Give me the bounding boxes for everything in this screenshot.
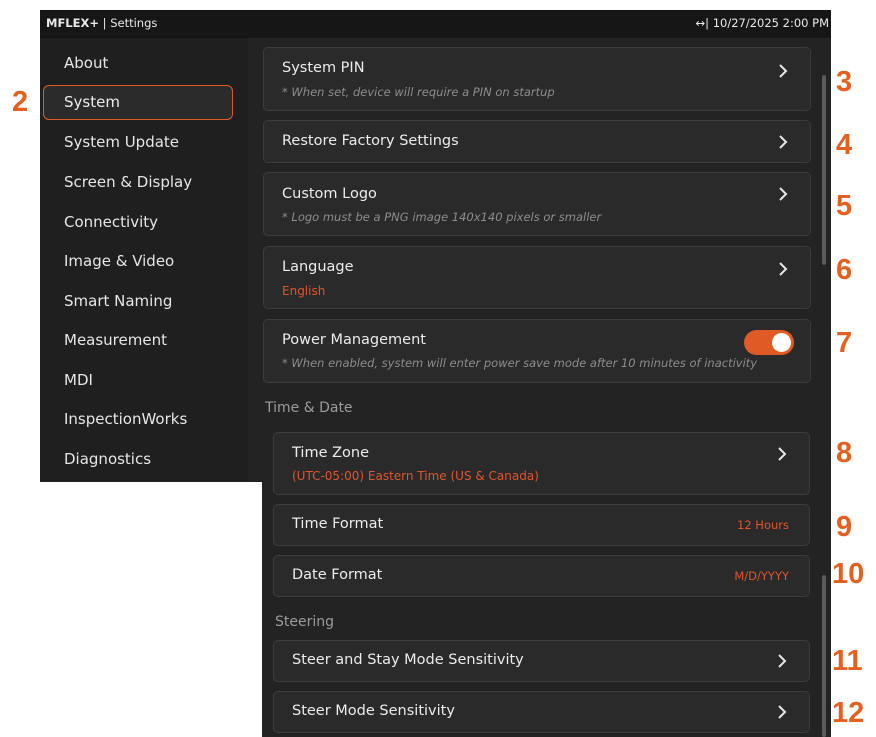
system-pin-note: * When set, device will require a PIN on…	[282, 85, 555, 99]
callout-11: 11	[832, 645, 863, 677]
sidebar-item-measurement[interactable]: Measurement	[64, 331, 167, 349]
restore-factory-row[interactable]: Restore Factory Settings	[263, 120, 811, 163]
top-bar: MFLEX+ | Settings ↔| 10/27/2025 2:00 PM	[40, 10, 831, 38]
callout-5: 5	[836, 190, 853, 222]
callout-10: 10	[832, 558, 865, 590]
time-zone-value: (UTC-05:00) Eastern Time (US & Canada)	[292, 469, 539, 483]
callout-2: 2	[12, 86, 29, 118]
sidebar-item-connectivity[interactable]: Connectivity	[64, 213, 158, 231]
date-format-value: M/D/YYYY	[734, 569, 789, 583]
steer-stay-sensitivity-row[interactable]: Steer and Stay Mode Sensitivity	[273, 640, 810, 682]
sidebar-item-about[interactable]: About	[64, 54, 108, 72]
chevron-right-icon	[778, 654, 787, 668]
date-format-row[interactable]: Date Format M/D/YYYY	[273, 555, 810, 597]
power-management-row: Power Management * When enabled, system …	[263, 319, 811, 383]
scrollbar-top[interactable]	[822, 75, 826, 265]
callout-8: 8	[836, 437, 853, 469]
sidebar-item-mdi[interactable]: MDI	[64, 371, 93, 389]
chevron-right-icon	[778, 447, 787, 461]
callout-12: 12	[832, 697, 865, 729]
callout-4: 4	[836, 129, 853, 161]
sidebar-item-screen-display[interactable]: Screen & Display	[64, 173, 192, 191]
custom-logo-title: Custom Logo	[282, 186, 377, 202]
sidebar-item-diagnostics[interactable]: Diagnostics	[64, 450, 151, 468]
app-brand: MFLEX+ | Settings	[46, 16, 158, 30]
sidebar-item-inspectionworks[interactable]: InspectionWorks	[64, 410, 187, 428]
sidebar-item-system-update[interactable]: System Update	[64, 133, 179, 151]
time-format-row[interactable]: Time Format 12 Hours	[273, 504, 810, 546]
time-format-title: Time Format	[292, 516, 384, 532]
chevron-right-icon	[778, 705, 787, 719]
callout-7: 7	[836, 327, 853, 359]
system-pin-row[interactable]: System PIN * When set, device will requi…	[263, 47, 811, 111]
callout-3: 3	[836, 66, 853, 98]
chevron-right-icon	[779, 135, 788, 149]
callout-6: 6	[836, 254, 853, 286]
sidebar-item-system-label: System	[64, 93, 120, 111]
chevron-right-icon	[779, 64, 788, 78]
steering-section-header: Steering	[275, 614, 335, 630]
power-management-toggle[interactable]	[744, 330, 794, 355]
steer-stay-title: Steer and Stay Mode Sensitivity	[292, 652, 524, 668]
system-pin-title: System PIN	[282, 60, 365, 76]
power-management-title: Power Management	[282, 332, 426, 348]
time-zone-row[interactable]: Time Zone (UTC-05:00) Eastern Time (US &…	[273, 432, 810, 495]
chevron-right-icon	[779, 187, 788, 201]
steer-mode-title: Steer Mode Sensitivity	[292, 703, 455, 719]
time-date-section-header: Time & Date	[265, 400, 353, 416]
custom-logo-note: * Logo must be a PNG image 140x140 pixel…	[282, 210, 602, 224]
sidebar-item-smart-naming[interactable]: Smart Naming	[64, 292, 172, 310]
steer-mode-sensitivity-row[interactable]: Steer Mode Sensitivity	[273, 691, 810, 733]
chevron-right-icon	[779, 262, 788, 276]
time-format-value: 12 Hours	[737, 518, 789, 532]
language-value: English	[282, 284, 326, 298]
date-format-title: Date Format	[292, 567, 383, 583]
power-management-note: * When enabled, system will enter power …	[282, 356, 758, 370]
sidebar-item-image-video[interactable]: Image & Video	[64, 252, 174, 270]
restore-factory-title: Restore Factory Settings	[282, 133, 459, 149]
language-row[interactable]: Language English	[263, 246, 811, 309]
time-zone-title: Time Zone	[292, 445, 370, 461]
status-clock: ↔| 10/27/2025 2:00 PM	[695, 16, 829, 30]
callout-9: 9	[836, 511, 853, 543]
sidebar-item-system[interactable]: System	[43, 85, 233, 120]
custom-logo-row[interactable]: Custom Logo * Logo must be a PNG image 1…	[263, 172, 811, 236]
scrollbar-bottom[interactable]	[822, 575, 826, 737]
language-title: Language	[282, 259, 354, 275]
toggle-knob	[772, 333, 791, 352]
